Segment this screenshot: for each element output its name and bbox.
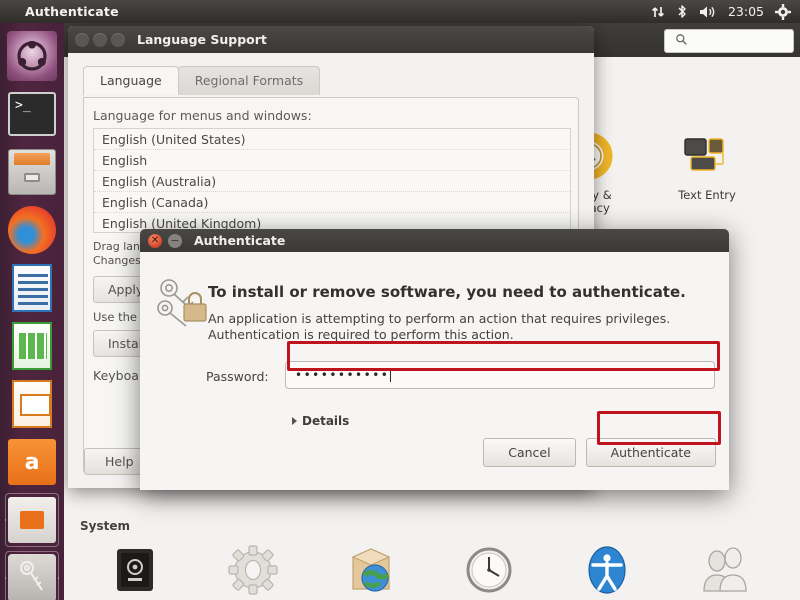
launcher-item-libreoffice-calc[interactable] [5, 319, 59, 373]
list-item[interactable]: English [94, 150, 570, 171]
authenticate-dialog-body: To install or remove software, you need … [140, 252, 729, 490]
settings-section-system-heading: System [80, 519, 130, 533]
list-item[interactable]: English (Australia) [94, 171, 570, 192]
minimize-icon[interactable] [93, 32, 107, 47]
language-tabs: Language Regional Formats [83, 66, 321, 95]
language-list-label: Language for menus and windows: [93, 108, 312, 123]
authenticate-description: An application is attempting to perform … [208, 311, 671, 342]
details-expander-label: Details [302, 414, 350, 428]
libreoffice-calc-icon [12, 322, 52, 370]
tab-regional-formats[interactable]: Regional Formats [177, 66, 321, 95]
authenticate-dialog-title: Authenticate [194, 233, 286, 248]
settings-item-user-accounts[interactable]: User Accounts [666, 541, 784, 600]
settings-item-details[interactable]: Details [194, 541, 312, 600]
language-list[interactable]: English (United States) English English … [93, 128, 571, 233]
libreoffice-writer-icon [12, 264, 52, 312]
close-icon[interactable]: ✕ [148, 233, 162, 248]
unity-launcher[interactable]: >_ a [0, 23, 64, 600]
details-expander[interactable]: Details [292, 414, 349, 428]
settings-search-input[interactable] [664, 29, 794, 53]
launcher-item-files[interactable] [5, 145, 59, 199]
minimize-icon[interactable]: − [168, 233, 182, 248]
tab-language[interactable]: Language [83, 66, 179, 95]
settings-item-universal-access[interactable]: Universal Access [548, 541, 666, 600]
password-field-wrapper[interactable]: ••••••••••• [285, 361, 715, 389]
settings-system-row: Backups [76, 541, 784, 600]
clock[interactable]: 23:05 [728, 4, 764, 19]
launcher-item-libreoffice-writer[interactable] [5, 261, 59, 315]
accessibility-icon [583, 541, 631, 599]
settings-item-backups[interactable]: Backups [76, 541, 194, 600]
text-caret [390, 368, 392, 382]
bluetooth-icon[interactable] [676, 4, 688, 19]
keyboard-input-note: Keyboa [93, 368, 139, 383]
libreoffice-impress-icon [12, 380, 52, 428]
session-gear-icon[interactable] [775, 3, 791, 20]
top-panel[interactable]: Authenticate 23:05 [0, 0, 800, 23]
system-settings-icon [8, 554, 56, 600]
authenticate-button[interactable]: Authenticate [585, 438, 716, 467]
authenticate-heading: To install or remove software, you need … [208, 283, 686, 301]
software-center-icon [8, 497, 56, 543]
settings-item-time-date[interactable]: Time & Date [430, 541, 548, 600]
authenticate-dialog-buttons: Cancel Authenticate [483, 438, 716, 467]
key-padlock-icon [152, 274, 214, 332]
authenticate-titlebar[interactable]: ✕ − Authenticate [140, 229, 729, 252]
search-icon [675, 33, 688, 49]
chevron-right-icon [292, 417, 297, 425]
files-icon [8, 149, 56, 195]
running-indicator-icon [5, 574, 6, 582]
terminal-icon: >_ [8, 92, 56, 136]
settings-item-software-updates[interactable]: Software & Updates [312, 541, 430, 600]
system-tray: 23:05 [651, 3, 800, 20]
launcher-item-ubuntu-dash[interactable] [5, 29, 59, 83]
keyboard-layout-icon [681, 127, 733, 185]
firefox-icon [8, 206, 56, 254]
clock-icon [464, 541, 514, 599]
launcher-item-software-center[interactable] [5, 493, 59, 547]
authenticate-dialog[interactable]: ✕ − Authenticate To install or remove so… [140, 229, 729, 490]
close-icon[interactable] [75, 32, 89, 47]
drag-languages-note: Drag lan Changes [93, 240, 141, 268]
panel-app-title: Authenticate [25, 4, 119, 19]
box-globe-icon [345, 541, 397, 599]
launcher-item-firefox[interactable] [5, 203, 59, 257]
launcher-item-system-settings[interactable] [5, 551, 59, 600]
safe-icon [111, 541, 159, 599]
password-value: ••••••••••• [295, 368, 390, 382]
running-indicator-icon [5, 516, 6, 524]
gear-icon [228, 541, 278, 599]
drag-note-line-1: Drag lan [93, 240, 140, 253]
ubuntu-dash-icon [7, 31, 57, 81]
use-system-note: Use the s [93, 310, 147, 324]
language-support-title: Language Support [137, 32, 267, 47]
list-item[interactable]: English (United States) [94, 129, 570, 150]
language-support-titlebar[interactable]: Language Support [68, 26, 594, 53]
list-item[interactable]: English (Canada) [94, 192, 570, 213]
password-field[interactable]: ••••••••••• [285, 361, 715, 389]
cancel-button[interactable]: Cancel [483, 438, 576, 467]
focused-indicator-icon [58, 574, 59, 582]
launcher-item-amazon[interactable]: a [5, 435, 59, 489]
settings-item-text-entry[interactable]: Text Entry [648, 127, 766, 215]
network-icon[interactable] [651, 5, 665, 19]
drag-note-line-2: Changes [93, 254, 141, 267]
password-label: Password: [206, 369, 269, 384]
volume-icon[interactable] [699, 5, 717, 19]
people-icon [699, 541, 751, 599]
launcher-item-terminal[interactable]: >_ [5, 87, 59, 141]
launcher-item-libreoffice-impress[interactable] [5, 377, 59, 431]
maximize-icon[interactable] [111, 32, 125, 47]
settings-item-label: Text Entry [678, 188, 736, 202]
amazon-icon: a [8, 439, 56, 485]
